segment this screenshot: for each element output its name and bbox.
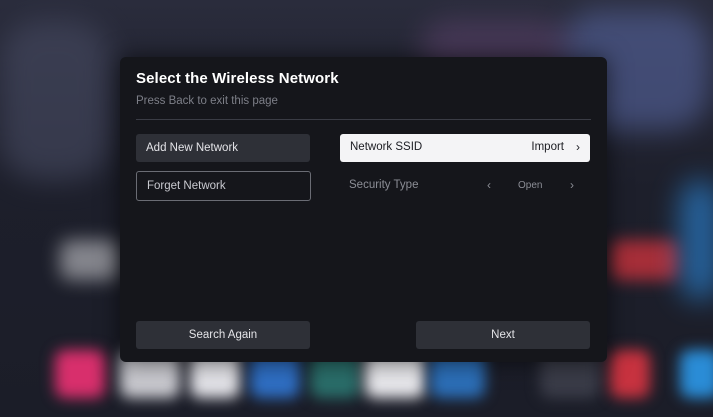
background-blur-shape (680, 180, 713, 300)
network-ssid-label: Network SSID (350, 141, 423, 153)
dialog-subtitle: Press Back to exit this page (136, 95, 278, 107)
security-type-row[interactable]: Security Type ‹ Open › (340, 174, 590, 198)
network-ssid-row[interactable]: Network SSID Import › (340, 134, 590, 162)
wireless-network-dialog: Select the Wireless Network Press Back t… (120, 57, 607, 362)
network-ssid-value: Import (531, 141, 564, 153)
forget-network-button[interactable]: Forget Network (136, 171, 311, 201)
background-blur-shape (610, 240, 680, 280)
chevron-left-icon[interactable]: ‹ (487, 178, 491, 192)
add-new-network-button[interactable]: Add New Network (136, 134, 310, 162)
next-button[interactable]: Next (416, 321, 590, 349)
background-app-tile (55, 350, 105, 398)
chevron-right-icon: › (576, 140, 580, 154)
background-blur-shape (60, 240, 120, 280)
background-blur-shape (0, 20, 110, 180)
background-app-tile (610, 350, 650, 398)
dialog-title: Select the Wireless Network (136, 70, 339, 87)
search-again-button[interactable]: Search Again (136, 321, 310, 349)
chevron-right-icon[interactable]: › (570, 178, 574, 192)
security-type-value: Open (518, 180, 543, 191)
security-type-label: Security Type (349, 179, 419, 191)
background-app-tile (680, 350, 713, 398)
divider (136, 119, 591, 120)
